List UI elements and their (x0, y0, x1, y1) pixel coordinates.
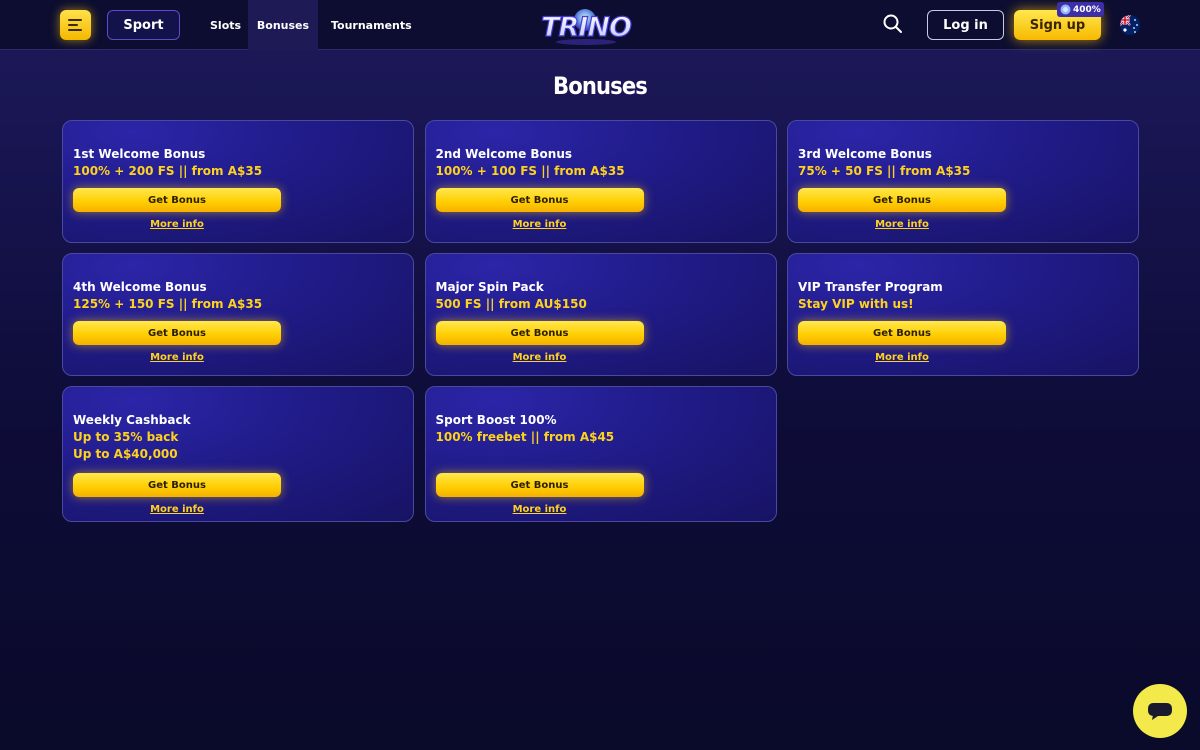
more-info-link[interactable]: More info (798, 219, 1006, 230)
promo-badge: 400% (1057, 2, 1104, 17)
bonus-card: 3rd Welcome Bonus 75% + 50 FS || from A$… (787, 120, 1139, 243)
bonus-card: VIP Transfer Program Stay VIP with us! G… (787, 253, 1139, 376)
page-title: Bonuses (553, 72, 648, 100)
get-bonus-button[interactable]: Get Bonus (73, 321, 281, 345)
chat-button[interactable] (1133, 684, 1187, 738)
bonus-title: Sport Boost 100% (435, 413, 557, 427)
bonus-card: 4th Welcome Bonus 125% + 150 FS || from … (62, 253, 414, 376)
get-bonus-button[interactable]: Get Bonus (73, 188, 281, 212)
bonus-card: 1st Welcome Bonus 100% + 200 FS || from … (62, 120, 414, 243)
nav-slots[interactable]: Slots (197, 0, 254, 50)
bonus-card: 2nd Welcome Bonus 100% + 100 FS || from … (424, 120, 777, 243)
more-info-link[interactable]: More info (73, 352, 281, 363)
bonus-title: Weekly Cashback (73, 413, 191, 427)
bonus-card: Major Spin Pack 500 FS || from AU$150 Ge… (424, 253, 777, 376)
bonus-offer: Up to A$40,000 (73, 447, 178, 461)
more-info-link[interactable]: More info (436, 352, 644, 363)
bonus-title: 2nd Welcome Bonus (435, 147, 573, 161)
sport-button[interactable]: Sport (107, 10, 180, 40)
bonus-title: 4th Welcome Bonus (73, 280, 207, 294)
menu-icon (68, 19, 82, 21)
bonus-offer: 75% + 50 FS || from A$35 (798, 164, 971, 178)
search-icon (883, 14, 902, 33)
more-info-link[interactable]: More info (798, 352, 1006, 363)
top-header: Sport Slots Bonuses Tournaments TRINO Lo… (0, 0, 1200, 50)
bonus-card: Weekly Cashback Up to 35% back Up to A$4… (62, 386, 414, 522)
bonus-offer: 100% + 200 FS || from A$35 (73, 164, 263, 178)
search-button[interactable] (882, 13, 904, 35)
bonus-card: Sport Boost 100% 100% freebet || from A$… (424, 386, 777, 522)
nav-bonuses[interactable]: Bonuses (248, 0, 318, 50)
bonus-title: 3rd Welcome Bonus (798, 147, 932, 161)
bonus-offer: 500 FS || from AU$150 (435, 297, 587, 311)
nav-tournaments[interactable]: Tournaments (318, 0, 425, 50)
bonus-offer: 125% + 150 FS || from A$35 (73, 297, 263, 311)
get-bonus-button[interactable]: Get Bonus (798, 188, 1006, 212)
australia-flag-icon[interactable] (1120, 15, 1140, 35)
get-bonus-button[interactable]: Get Bonus (435, 321, 644, 345)
more-info-link[interactable]: More info (436, 504, 644, 515)
menu-icon-line (68, 29, 82, 31)
menu-icon-line (68, 24, 78, 26)
more-info-link[interactable]: More info (436, 219, 644, 230)
bonus-offer: 100% + 100 FS || from A$35 (435, 164, 625, 178)
get-bonus-button[interactable]: Get Bonus (798, 321, 1006, 345)
bonus-offer: Up to 35% back (73, 430, 179, 444)
more-info-link[interactable]: More info (73, 219, 281, 230)
menu-button[interactable] (60, 10, 91, 40)
bonus-title: Major Spin Pack (435, 280, 544, 294)
get-bonus-button[interactable]: Get Bonus (73, 473, 281, 497)
trino-logo[interactable]: TRINO (536, 4, 636, 48)
bonus-grid: 1st Welcome Bonus 100% + 200 FS || from … (62, 120, 1139, 522)
bonus-offer: Stay VIP with us! (798, 297, 914, 311)
bonus-offer: 100% freebet || from A$45 (435, 430, 615, 444)
gift-icon (1060, 4, 1071, 15)
get-bonus-button[interactable]: Get Bonus (435, 473, 644, 497)
get-bonus-button[interactable]: Get Bonus (435, 188, 644, 212)
more-info-link[interactable]: More info (73, 504, 281, 515)
chat-icon (1148, 703, 1172, 720)
login-button[interactable]: Log in (927, 10, 1004, 40)
bonus-title: VIP Transfer Program (798, 280, 943, 294)
bonus-title: 1st Welcome Bonus (73, 147, 206, 161)
logo-text: TRINO (541, 12, 631, 43)
promo-badge-text: 400% (1073, 4, 1101, 15)
